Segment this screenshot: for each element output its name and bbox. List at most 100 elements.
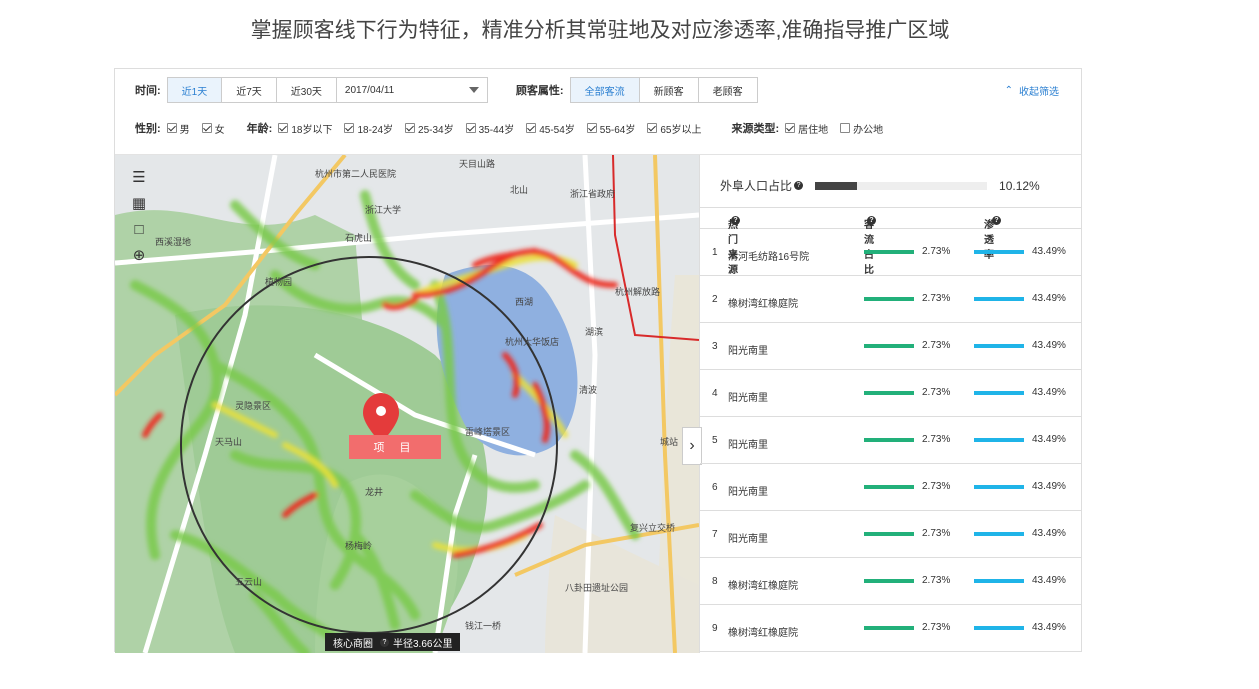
layers-icon[interactable]: ▦ (127, 193, 151, 213)
map-place-name: 八卦田遗址公园 (565, 582, 628, 593)
map-place-name: 天目山路 (459, 158, 495, 169)
age-checkbox[interactable]: 55-64岁 (586, 121, 635, 136)
table-row[interactable]: 5 阳光南里 2.73% 43.49% (700, 417, 1082, 464)
table-row[interactable]: 8 橡树湾红橡庭院 2.73% 43.49% (700, 558, 1082, 605)
row-penetration-value: 43.49% (1032, 575, 1066, 586)
map-place-name: 浙江省政府 (570, 188, 615, 199)
time-label: 时间: (135, 85, 161, 97)
help-icon[interactable]: ? (867, 216, 876, 225)
table-row[interactable]: 6 阳光南里 2.73% 43.49% (700, 464, 1082, 511)
map-place-name: 浙江大学 (365, 204, 401, 215)
source-label: 来源类型: (731, 123, 780, 135)
source-office-label: 办公地 (853, 124, 884, 136)
ratio-value: 10.12% (999, 178, 1040, 193)
share-bar (864, 579, 914, 583)
customer-option-new[interactable]: 新顾客 (639, 78, 699, 102)
age-option-label: 18岁以下 (291, 124, 333, 136)
map-place-name: 杭州市第二人民医院 (315, 168, 396, 179)
share-bar (864, 626, 914, 630)
gender-checkbox-female[interactable]: 女 (201, 121, 225, 136)
map-canvas: 天目山路 杭州市第二人民医院 浙江大学 西溪湿地 植物园 杭州大华饭店 湖滨 杭… (115, 155, 699, 653)
time-option-30d[interactable]: 近30天 (276, 78, 336, 102)
age-checkbox[interactable]: 65岁以上 (647, 121, 701, 136)
help-icon[interactable]: ? (731, 216, 740, 225)
pan-icon[interactable]: ☰ (127, 167, 151, 187)
table-row[interactable]: 9 橡树湾红橡庭院 2.73% 43.49% (700, 605, 1082, 652)
heatmap-map[interactable]: 天目山路 杭州市第二人民医院 浙江大学 西溪湿地 植物园 杭州大华饭店 湖滨 杭… (115, 155, 699, 653)
map-place-name: 城站 (660, 436, 678, 447)
checkbox-icon (405, 123, 416, 133)
map-place-name: 石虎山 (345, 232, 372, 243)
row-share-value: 2.73% (922, 622, 951, 633)
row-source-name: 阳光南里 (728, 346, 768, 357)
row-source-name: 阳光南里 (728, 534, 768, 545)
age-checkbox[interactable]: 45-54岁 (526, 121, 575, 136)
time-segment: 近1天 近7天 近30天 (166, 77, 337, 103)
gender-checkbox-male[interactable]: 男 (166, 121, 190, 136)
table-row[interactable]: 7 阳光南里 2.73% 43.49% (700, 511, 1082, 558)
time-option-1d[interactable]: 近1天 (167, 78, 223, 102)
age-option-label: 18-24岁 (357, 124, 394, 136)
table-row[interactable]: 4 阳光南里 2.73% 43.49% (700, 370, 1082, 417)
penetration-bar (974, 297, 1024, 301)
source-checkbox-office[interactable]: 办公地 (840, 121, 883, 136)
row-source-name: 橡树湾红橡庭院 (728, 299, 798, 310)
age-checkbox[interactable]: 35-44岁 (465, 121, 514, 136)
age-checkbox[interactable]: 25-34岁 (405, 121, 454, 136)
map-place-name: 杨梅岭 (345, 540, 372, 551)
radius-prefix: 核心商圈 (333, 638, 373, 650)
project-marker-label[interactable]: 项 目 (349, 435, 441, 459)
row-rank: 7 (712, 529, 718, 540)
time-option-7d[interactable]: 近7天 (222, 78, 277, 102)
row-rank: 2 (712, 294, 718, 305)
help-icon[interactable]: ? (380, 637, 389, 647)
penetration-bar (974, 579, 1024, 583)
row-penetration-value: 43.49% (1032, 528, 1066, 539)
checkbox-icon (166, 123, 177, 133)
select-area-icon[interactable]: □ (127, 219, 151, 239)
customer-option-old[interactable]: 老顾客 (698, 78, 757, 102)
chevron-down-icon (468, 87, 479, 93)
row-share-value: 2.73% (922, 528, 951, 539)
filter-row-demographics: 性别: 男 女 年龄: 18岁以下 18-24岁 25-34岁 35-44岁 4… (135, 115, 895, 141)
table-row[interactable]: 3 阳光南里 2.73% 43.49% (700, 323, 1082, 370)
map-place-name: 五云山 (235, 577, 262, 587)
checkbox-icon (840, 123, 851, 133)
age-checkbox[interactable]: 18岁以下 (278, 121, 332, 136)
filter-row-time: 时间: 近1天 近7天 近30天 2017/04/11 顾客属性: 全部客流 新… (135, 77, 758, 103)
age-checkbox[interactable]: 18-24岁 (344, 121, 393, 136)
gender-female-label: 女 (214, 124, 225, 136)
penetration-bar (974, 626, 1024, 630)
map-place-name: 西湖 (515, 297, 533, 307)
row-penetration-value: 43.49% (1032, 246, 1066, 257)
customer-option-all[interactable]: 全部客流 (570, 78, 640, 102)
row-penetration-value: 43.49% (1032, 434, 1066, 445)
row-source-name: 阳光南里 (728, 393, 768, 404)
row-source-name: 橡树湾红橡庭院 (728, 628, 798, 639)
table-row[interactable]: 2 橡树湾红橡庭院 2.73% 43.49% (700, 276, 1082, 323)
radius-text: 半径3.66公里 (393, 638, 453, 650)
share-bar (864, 391, 914, 395)
gender-male-label: 男 (179, 124, 190, 136)
map-place-name: 清波 (579, 384, 597, 395)
table-header: 热门来源? 客流占比? 渗透率? (700, 207, 1082, 276)
map-toolbar: ☰ ▦ □ ⊕ (127, 167, 151, 265)
chevron-right-icon[interactable]: › (682, 427, 702, 465)
table-row[interactable]: 1 清河毛纺路16号院 2.73% 43.49% (700, 229, 1082, 276)
map-place-name: 杭州解放路 (615, 286, 660, 297)
source-home-label: 居住地 (798, 124, 829, 136)
row-source-name: 橡树湾红橡庭院 (728, 581, 798, 592)
collapse-filter-link[interactable]: ⌃ 收起筛选 (1005, 83, 1059, 98)
checkbox-icon (785, 123, 796, 133)
age-option-label: 25-34岁 (418, 124, 454, 136)
date-select[interactable]: 2017/04/11 (335, 77, 488, 103)
checkbox-icon (586, 123, 597, 133)
help-icon[interactable]: ? (794, 181, 804, 190)
radius-label: 核心商圈 ? 半径3.66公里 (325, 633, 461, 651)
source-checkbox-home[interactable]: 居住地 (785, 121, 828, 136)
help-icon[interactable]: ? (992, 216, 1001, 225)
locate-icon[interactable]: ⊕ (127, 245, 151, 265)
penetration-bar (974, 344, 1024, 348)
row-share-value: 2.73% (922, 434, 951, 445)
map-place-name: 复兴立交桥 (630, 522, 675, 533)
